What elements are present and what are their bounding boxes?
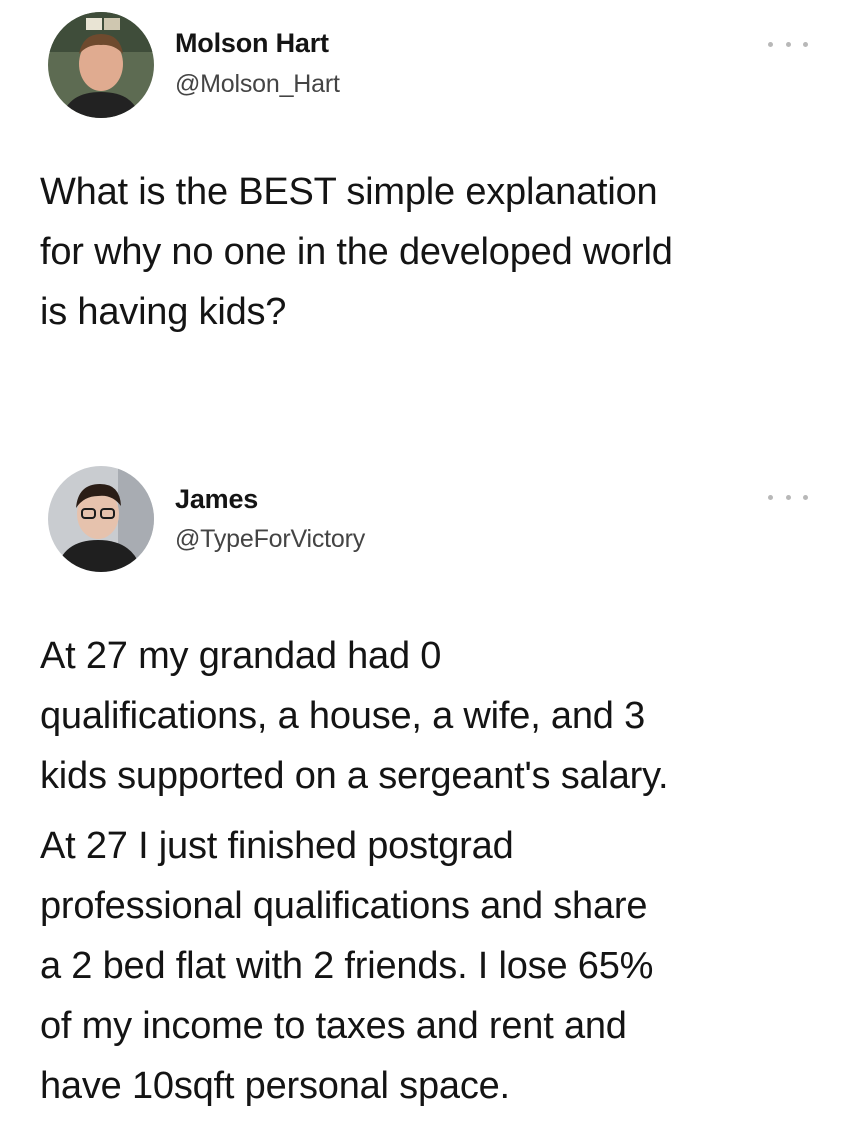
more-options-button[interactable] (768, 37, 808, 51)
tweet-text-paragraph: At 27 my grandad had 0 qualifications, a… (40, 626, 830, 806)
tweet-text-line: kids supported on a sergeant's salary. (40, 755, 669, 797)
tweet-text-line: What is the BEST simple explanation (40, 171, 658, 213)
tweet-text-line: professional qualifications and share (40, 885, 648, 927)
more-horizontal-icon (785, 41, 791, 47)
more-horizontal-icon (803, 494, 808, 500)
avatar[interactable] (48, 12, 154, 118)
tweet-text-line: is having kids? (40, 291, 287, 333)
avatar-image (48, 12, 154, 118)
tweet-text-line: have 10sqft personal space. (40, 1065, 510, 1107)
more-horizontal-icon (768, 41, 773, 47)
user-handle[interactable]: @Molson_Hart (175, 70, 340, 99)
avatar[interactable] (48, 466, 154, 572)
tweet-text-paragraph: At 27 I just finished postgrad professio… (40, 816, 830, 1116)
tweet-text-line: a 2 bed flat with 2 friends. I lose 65% (40, 945, 654, 987)
more-horizontal-icon (785, 494, 791, 500)
display-name[interactable]: James (175, 484, 258, 515)
more-horizontal-icon (803, 41, 808, 47)
display-name[interactable]: Molson Hart (175, 28, 329, 59)
tweet-text-line: for why no one in the developed world (40, 231, 673, 273)
more-horizontal-icon (768, 494, 773, 500)
tweet-text-line: At 27 I just finished postgrad (40, 825, 514, 867)
more-options-button[interactable] (768, 490, 808, 504)
tweet-text-line: qualifications, a house, a wife, and 3 (40, 695, 646, 737)
tweet-text-line: At 27 my grandad had 0 (40, 635, 442, 677)
tweet-text: What is the BEST simple explanation for … (40, 162, 830, 342)
user-handle[interactable]: @TypeForVictory (175, 525, 365, 554)
tweet-text-line: of my income to taxes and rent and (40, 1005, 627, 1047)
avatar-image (48, 466, 154, 572)
